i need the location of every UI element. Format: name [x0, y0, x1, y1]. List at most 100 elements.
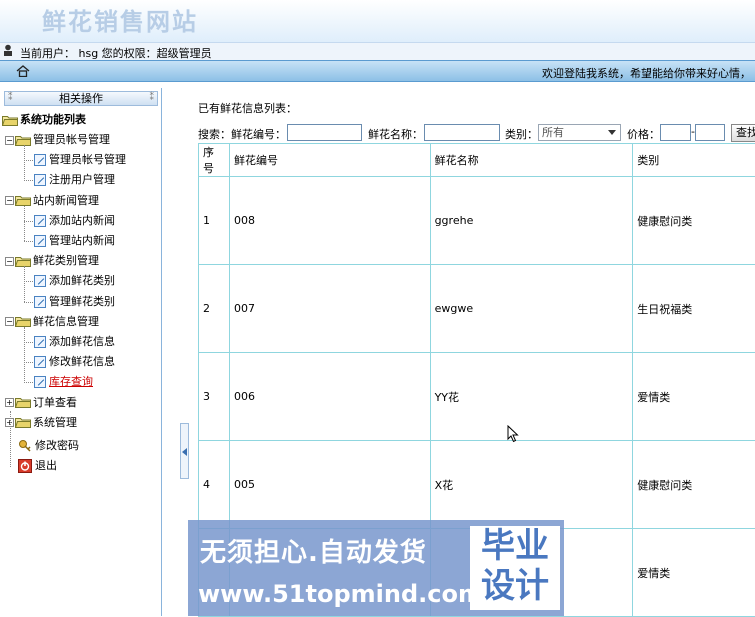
search-button[interactable]: 查找: [731, 124, 755, 142]
tree-item-label: 添加鲜花类别: [49, 274, 115, 287]
tree-group-label: 系统管理: [33, 416, 77, 429]
watermark-badge-line2: 设计: [470, 566, 560, 606]
code-label: 鲜花编号：: [231, 126, 286, 142]
tree-item[interactable]: 添加鲜花信息: [34, 333, 115, 351]
name-label: 鲜花名称：: [368, 126, 423, 142]
table-cell: 4: [199, 441, 230, 529]
tree-item-label: 管理鲜花类别: [49, 295, 115, 308]
tree-item[interactable]: 管理站内新闻: [34, 232, 115, 250]
tree-item[interactable]: 管理员帐号管理: [34, 151, 126, 169]
folder-icon: [2, 115, 18, 126]
collapse-dots-icon: ⁑: [150, 92, 155, 105]
site-title: 鲜花销售网站: [42, 2, 198, 37]
tree-root-label: 系统功能列表: [20, 113, 86, 126]
tree-item-label: 管理员帐号管理: [49, 153, 126, 166]
table-row[interactable]: 2007ewgwe生日祝福类: [199, 265, 755, 353]
tree-connector: [24, 302, 33, 303]
table-cell: 006: [229, 353, 430, 441]
tree-group-4[interactable]: − 鲜花信息管理: [5, 313, 99, 331]
tree-group-2[interactable]: − 站内新闻管理: [5, 192, 99, 210]
category-select[interactable]: 所有: [538, 124, 621, 141]
collapse-toggle-icon[interactable]: −: [5, 257, 14, 266]
home-icon[interactable]: [16, 65, 30, 77]
logout-item[interactable]: 退出: [18, 457, 57, 475]
flower-code-input[interactable]: [287, 124, 362, 141]
tree-connector: [24, 342, 33, 343]
tree-item[interactable]: 修改鲜花信息: [34, 353, 115, 371]
list-title: 已有鲜花信息列表：: [198, 100, 297, 116]
watermark-line1: 无须担心.自动发货: [200, 532, 427, 569]
table-cell: 1: [199, 177, 230, 265]
document-edit-icon: [34, 356, 46, 368]
tree-item[interactable]: 管理鲜花类别: [34, 293, 115, 311]
table-row[interactable]: 1008ggrehe健康慰问类: [199, 177, 755, 265]
tree-group-label: 鲜花信息管理: [33, 315, 99, 328]
folder-icon: [15, 256, 31, 267]
table-cell: 健康慰问类: [633, 177, 755, 265]
document-edit-icon: [34, 174, 46, 186]
tree-connector: [24, 382, 33, 383]
folder-icon: [15, 316, 31, 327]
table-cell: X花: [430, 441, 633, 529]
tree-item-label: 修改鲜花信息: [49, 355, 115, 368]
tree-group-label: 管理员帐号管理: [33, 133, 110, 146]
tree-connector: [24, 362, 33, 363]
tree-item[interactable]: 添加鲜花类别: [34, 272, 115, 290]
folder-icon: [15, 397, 31, 408]
tree-group-label: 订单查看: [33, 396, 77, 409]
sidebar-header: ⁑ 相关操作 ⁑: [4, 91, 158, 106]
sidebar-header-label: 相关操作: [59, 92, 103, 105]
logout-label: 退出: [35, 459, 57, 472]
table-cell: 3: [199, 353, 230, 441]
table-cell: 007: [229, 265, 430, 353]
tree-group-5[interactable]: + 订单查看: [5, 394, 77, 412]
expand-toggle-icon[interactable]: +: [5, 398, 14, 407]
category-label: 类别：: [505, 126, 538, 142]
collapse-toggle-icon[interactable]: −: [5, 196, 14, 205]
sidebar-collapse-handle[interactable]: [180, 423, 189, 479]
table-cell: ewgwe: [430, 265, 633, 353]
column-header: 鲜花编号: [229, 144, 430, 177]
folder-icon: [15, 417, 31, 428]
tree-group-3[interactable]: −鲜花类别管理: [5, 252, 99, 270]
chevron-down-icon: [608, 130, 616, 135]
flower-name-input[interactable]: [424, 124, 500, 141]
tree-connector: [10, 411, 11, 467]
document-edit-icon: [34, 275, 46, 287]
document-edit-icon: [34, 336, 46, 348]
welcome-message: 欢迎登陆我系统，希望能给你带来好心情，: [542, 65, 751, 81]
tree-group-label: 站内新闻管理: [33, 194, 99, 207]
folder-icon: [15, 195, 31, 206]
tree-item[interactable]: 注册用户管理: [34, 171, 115, 189]
tree-item-label: 注册用户管理: [49, 173, 115, 186]
top-nav-bar: 欢迎登陆我系统，希望能给你带来好心情，: [0, 60, 755, 82]
price-max-input[interactable]: [695, 124, 725, 141]
collapse-dots-icon: ⁑: [8, 92, 13, 105]
tree-group-1[interactable]: − 管理员帐号管理: [5, 131, 110, 149]
search-label: 搜索：: [198, 126, 231, 142]
tree-group-6[interactable]: +系统管理: [5, 414, 77, 432]
tree-root[interactable]: 系统功能列表: [2, 111, 86, 129]
price-min-input[interactable]: [660, 124, 691, 141]
tree-connector: [24, 145, 25, 181]
key-icon: [18, 439, 32, 453]
column-header: 序号: [199, 144, 230, 177]
power-icon: [18, 459, 32, 473]
table-cell: 2: [199, 265, 230, 353]
tree-item-label: 管理站内新闻: [49, 234, 115, 247]
category-selected-value: 所有: [542, 126, 564, 139]
user-info-text: 当前用户： hsg 您的权限：超级管理员: [20, 45, 212, 61]
tree-item[interactable]: 添加站内新闻: [34, 212, 115, 230]
folder-icon: [15, 135, 31, 146]
tree-connector: [24, 206, 25, 242]
change-password-item[interactable]: 修改密码: [18, 437, 79, 455]
tree-connector: [24, 327, 25, 383]
collapse-toggle-icon[interactable]: −: [5, 317, 14, 326]
tree-item[interactable]: 库存查询: [34, 373, 93, 391]
tree-item-label: 库存查询: [49, 375, 93, 388]
column-header: 鲜花名称: [430, 144, 633, 177]
table-row[interactable]: 3006YY花爱情类: [199, 353, 755, 441]
tree-connector: [24, 241, 33, 242]
collapse-toggle-icon[interactable]: −: [5, 136, 14, 145]
table-row[interactable]: 4005X花健康慰问类: [199, 441, 755, 529]
